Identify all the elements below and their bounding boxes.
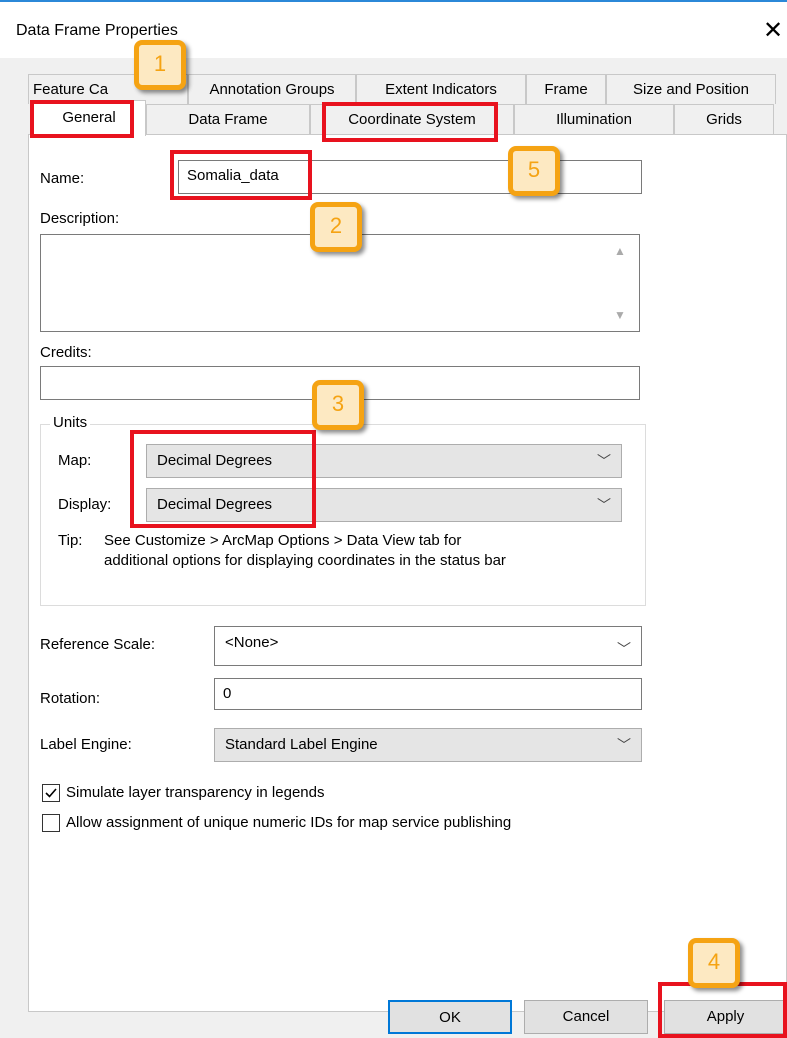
close-icon[interactable]: ✕ [760,18,786,44]
label-engine-label: Label Engine: [40,736,132,753]
highlight-units [130,430,316,528]
label-engine-value: Standard Label Engine [225,736,378,753]
scroll-up-icon[interactable]: ▲ [614,244,626,258]
window-title: Data Frame Properties [16,22,178,39]
name-label: Name: [40,170,85,187]
chevron-down-icon: ﹀ [597,453,611,469]
cancel-button[interactable]: Cancel [524,1000,648,1034]
callout-5: 5 [508,146,560,196]
reference-scale-combo[interactable]: <None> ﹀ [214,626,642,666]
unique-ids-checkbox[interactable] [42,814,60,832]
tab-annotation-groups[interactable]: Annotation Groups [188,74,356,104]
description-label: Description: [40,210,120,227]
callout-1: 1 [134,40,186,90]
highlight-name-field [170,150,312,200]
chevron-down-icon: ﹀ [597,497,611,513]
map-units-label: Map: [58,452,92,469]
highlight-coordinate-system-tab [322,102,498,142]
reference-scale-value: <None> [225,634,279,651]
tab-grids[interactable]: Grids [674,104,774,134]
tip-label: Tip: [58,532,83,549]
units-group-label: Units [50,414,91,431]
tab-extent-indicators[interactable]: Extent Indicators [356,74,526,104]
tip-text-line2: additional options for displaying coordi… [104,552,506,569]
simulate-transparency-label: Simulate layer transparency in legends [66,784,325,801]
tab-illumination[interactable]: Illumination [514,104,674,134]
callout-3: 3 [312,380,364,430]
label-engine-select[interactable]: Standard Label Engine ﹀ [214,728,642,762]
unique-ids-label: Allow assignment of unique numeric IDs f… [66,814,512,831]
credits-label: Credits: [40,344,92,361]
tip-text-line1: See Customize > ArcMap Options > Data Vi… [104,532,462,549]
tab-size-and-position[interactable]: Size and Position [606,74,776,104]
callout-4: 4 [688,938,740,988]
rotation-label: Rotation: [40,690,101,707]
tab-data-frame[interactable]: Data Frame [146,104,310,134]
ok-button[interactable]: OK [388,1000,512,1034]
scroll-down-icon[interactable]: ▼ [614,308,626,322]
callout-2: 2 [310,202,362,252]
reference-scale-label: Reference Scale: [40,636,156,653]
highlight-apply-button [658,982,787,1038]
chevron-down-icon: ﹀ [617,641,631,657]
rotation-field[interactable]: 0 [214,678,642,710]
simulate-transparency-checkbox[interactable] [42,784,60,802]
chevron-down-icon: ﹀ [617,737,631,753]
tab-frame[interactable]: Frame [526,74,606,104]
check-icon [45,788,57,798]
highlight-general-tab [30,100,134,138]
display-units-label: Display: [58,496,112,513]
